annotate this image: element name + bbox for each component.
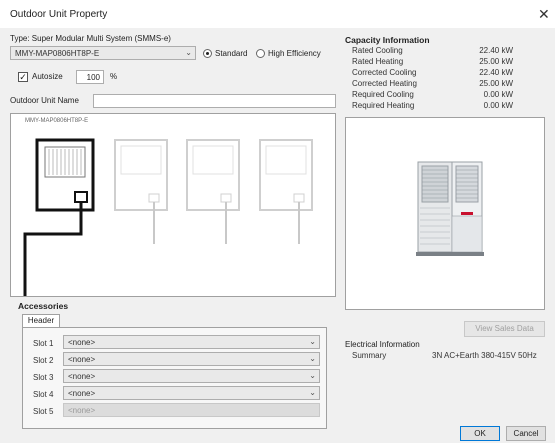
- chevron-down-icon: ⌄: [185, 48, 192, 57]
- unit-diagram: [23, 138, 313, 296]
- slot-1-label: Slot 1: [33, 339, 54, 348]
- type-label: Type: Super Modular Multi System (SMMS-e…: [10, 34, 171, 43]
- autosize-percent-input[interactable]: 100: [76, 70, 104, 84]
- slot-1-value: <none>: [68, 338, 96, 347]
- product-image-panel: [345, 117, 545, 310]
- capacity-value-required-cooling: 0.00 kW: [483, 90, 513, 99]
- capacity-label-rated-cooling: Rated Cooling: [352, 46, 403, 55]
- outdoor-unit-2-icon[interactable]: [114, 139, 168, 244]
- model-select-value: MMY-MAP0806HT8P-E: [15, 49, 100, 58]
- high-efficiency-radio[interactable]: [256, 49, 265, 58]
- capacity-label-required-cooling: Required Cooling: [352, 90, 414, 99]
- capacity-value-required-heating: 0.00 kW: [483, 101, 513, 110]
- slot-3-label: Slot 3: [33, 373, 54, 382]
- window-title: Outdoor Unit Property: [10, 9, 108, 20]
- close-icon[interactable]: ✕: [538, 6, 550, 23]
- outdoor-unit-4-icon[interactable]: [259, 139, 313, 244]
- capacity-value-corrected-cooling: 22.40 kW: [479, 68, 513, 77]
- slot-4-label: Slot 4: [33, 390, 54, 399]
- cancel-button[interactable]: Cancel: [506, 426, 546, 441]
- slot-3-value: <none>: [68, 372, 96, 381]
- electrical-summary-value: 3N AC+Earth 380-415V 50Hz: [432, 351, 537, 360]
- capacity-label-required-heating: Required Heating: [352, 101, 415, 110]
- slot-2-value: <none>: [68, 355, 96, 364]
- outdoor-unit-1-icon[interactable]: [35, 138, 95, 212]
- slot-2-select[interactable]: <none> ⌄: [63, 352, 320, 366]
- outdoor-unit-name-label: Outdoor Unit Name: [10, 96, 79, 105]
- slot-3-select[interactable]: <none> ⌄: [63, 369, 320, 383]
- capacity-label-corrected-heating: Corrected Heating: [352, 79, 417, 88]
- slot-5-select[interactable]: <none>: [63, 403, 320, 417]
- autosize-unit: %: [110, 72, 118, 81]
- electrical-title: Electrical Information: [345, 340, 420, 349]
- capacity-title: Capacity Information: [345, 35, 430, 45]
- electrical-summary-label: Summary: [352, 351, 387, 360]
- chevron-down-icon: ⌄: [309, 337, 316, 346]
- chevron-down-icon: ⌄: [309, 371, 316, 380]
- autosize-label: Autosize: [32, 72, 63, 81]
- accessories-title: Accessories: [18, 301, 69, 311]
- standard-radio[interactable]: [203, 49, 212, 58]
- unit-diagram-panel: MMY-MAP0806HT8P-E: [10, 113, 336, 297]
- model-select[interactable]: MMY-MAP0806HT8P-E ⌄: [10, 46, 196, 60]
- slot-4-select[interactable]: <none> ⌄: [63, 386, 320, 400]
- slot-2-label: Slot 2: [33, 356, 54, 365]
- capacity-value-rated-heating: 25.00 kW: [479, 57, 513, 66]
- autosize-checkbox[interactable]: ✓: [18, 72, 28, 82]
- standard-radio-label[interactable]: Standard: [215, 49, 247, 58]
- view-sales-data-button[interactable]: View Sales Data: [464, 321, 545, 337]
- capacity-label-corrected-cooling: Corrected Cooling: [352, 68, 417, 77]
- pipe-line: [23, 202, 83, 296]
- capacity-value-corrected-heating: 25.00 kW: [479, 79, 513, 88]
- autosize-percent-value: 100: [86, 73, 100, 82]
- slot-4-value: <none>: [68, 389, 96, 398]
- tab-header[interactable]: Header: [22, 314, 60, 327]
- outdoor-unit-photo: [416, 161, 484, 256]
- outdoor-unit-name-input[interactable]: [93, 94, 336, 108]
- outdoor-unit-3-icon[interactable]: [186, 139, 240, 244]
- ok-button[interactable]: OK: [460, 426, 500, 441]
- capacity-value-rated-cooling: 22.40 kW: [479, 46, 513, 55]
- slot-1-select[interactable]: <none> ⌄: [63, 335, 320, 349]
- slot-5-value: <none>: [68, 406, 96, 415]
- high-efficiency-radio-label[interactable]: High Efficiency: [268, 49, 321, 58]
- chevron-down-icon: ⌄: [309, 388, 316, 397]
- chevron-down-icon: ⌄: [309, 354, 316, 363]
- slot-5-label: Slot 5: [33, 407, 54, 416]
- capacity-label-rated-heating: Rated Heating: [352, 57, 404, 66]
